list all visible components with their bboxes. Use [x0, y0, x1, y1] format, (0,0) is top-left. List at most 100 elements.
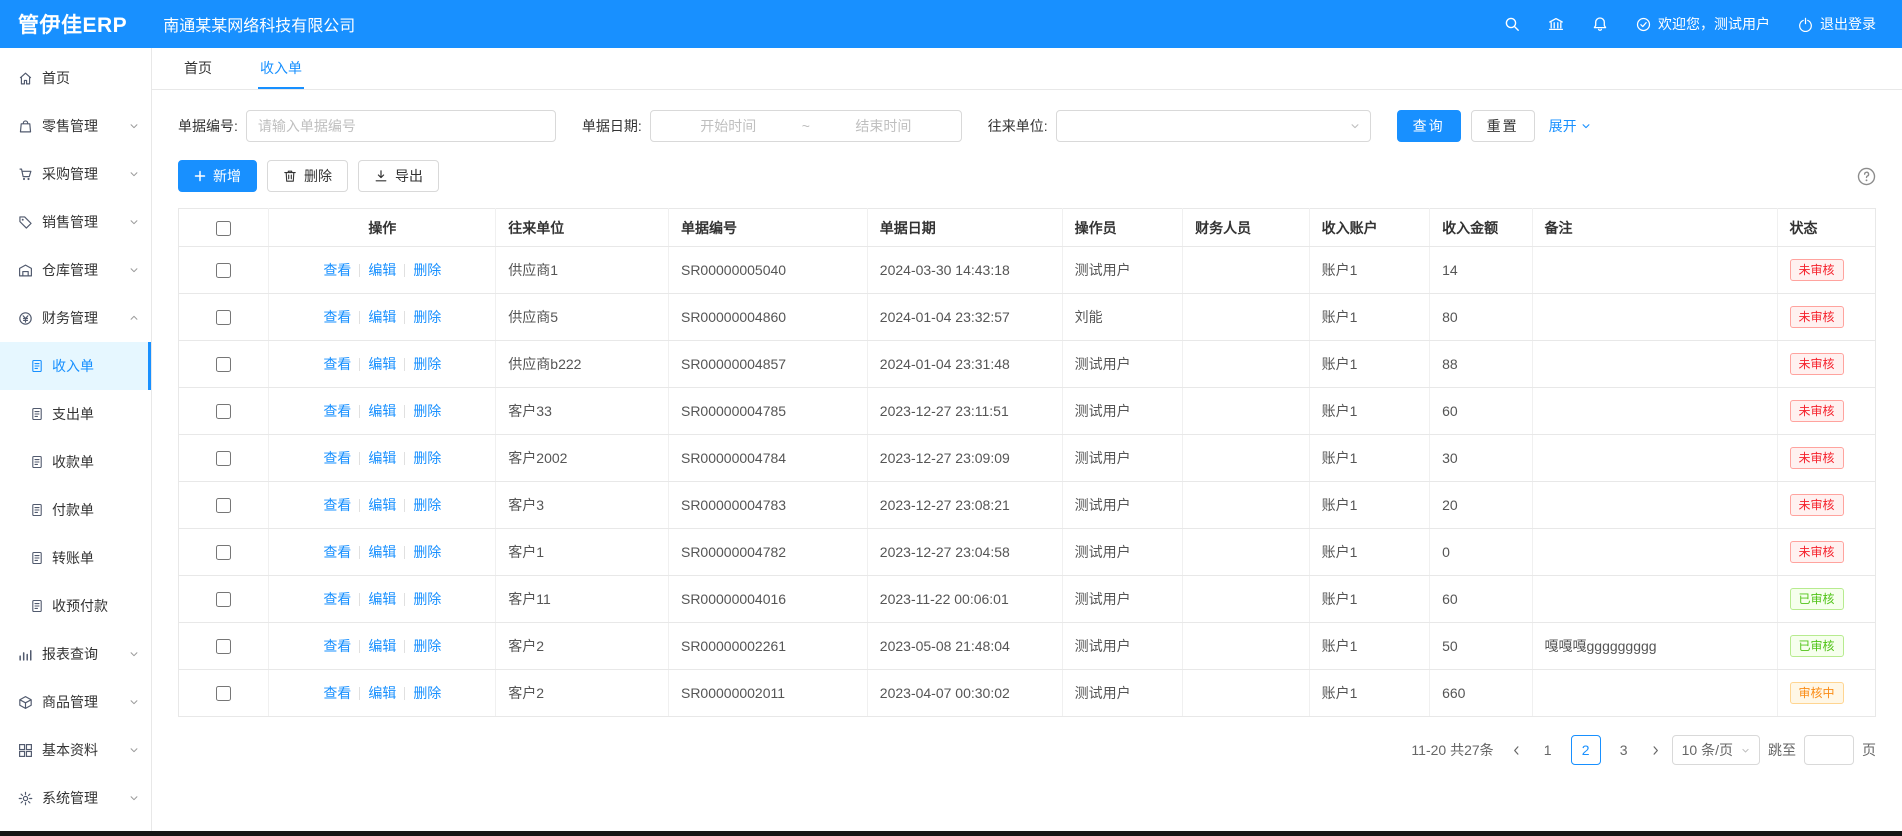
delete-link[interactable]: 删除: [413, 591, 441, 607]
sidebar-item-warehouse[interactable]: 仓库管理: [0, 246, 151, 294]
edit-link[interactable]: 编辑: [368, 544, 396, 560]
delete-link[interactable]: 删除: [413, 309, 441, 325]
edit-link[interactable]: 编辑: [368, 309, 396, 325]
help-icon[interactable]: [1857, 167, 1876, 186]
view-link[interactable]: 查看: [323, 262, 351, 278]
row-checkbox[interactable]: [216, 404, 231, 419]
logout-icon: [1798, 17, 1813, 32]
row-checkbox[interactable]: [216, 498, 231, 513]
view-link[interactable]: 查看: [323, 591, 351, 607]
edit-link[interactable]: 编辑: [368, 262, 396, 278]
edit-link[interactable]: 编辑: [368, 497, 396, 513]
doc-icon: [30, 503, 44, 517]
delete-link[interactable]: 删除: [413, 685, 441, 701]
export-button[interactable]: 导出: [358, 160, 439, 192]
tab-label: 首页: [184, 58, 212, 78]
search-icon[interactable]: [1504, 16, 1520, 32]
tab-home[interactable]: 首页: [182, 48, 214, 89]
prev-page-button[interactable]: [1508, 745, 1525, 756]
edit-link[interactable]: 编辑: [368, 591, 396, 607]
expand-toggle[interactable]: 展开: [1549, 116, 1591, 136]
delete-link[interactable]: 删除: [413, 403, 441, 419]
view-link[interactable]: 查看: [323, 403, 351, 419]
sidebar-item-home[interactable]: 首页: [0, 54, 151, 102]
row-checkbox[interactable]: [216, 639, 231, 654]
sidebar-item-label: 系统管理: [42, 788, 129, 808]
page-button-2[interactable]: 2: [1571, 735, 1601, 765]
row-checkbox[interactable]: [216, 592, 231, 607]
sidebar-item-basedata[interactable]: 基本资料: [0, 726, 151, 774]
view-link[interactable]: 查看: [323, 685, 351, 701]
edit-link[interactable]: 编辑: [368, 685, 396, 701]
amount-cell: 0: [1430, 529, 1532, 576]
sidebar-item-system[interactable]: 系统管理: [0, 774, 151, 822]
warehouse-icon: [18, 263, 33, 278]
partner-select[interactable]: [1056, 110, 1371, 142]
sidebar-item-sales[interactable]: 销售管理: [0, 198, 151, 246]
amount-cell: 60: [1430, 576, 1532, 623]
delete-link[interactable]: 删除: [413, 638, 441, 654]
bank-icon[interactable]: [1548, 16, 1564, 32]
sidebar-subitem-payment[interactable]: 付款单: [0, 486, 151, 534]
row-checkbox[interactable]: [216, 310, 231, 325]
row-checkbox[interactable]: [216, 263, 231, 278]
delete-link[interactable]: 删除: [413, 262, 441, 278]
sidebar-item-label: 采购管理: [42, 164, 129, 184]
partner-cell: 客户2002: [496, 435, 669, 482]
user-welcome[interactable]: 欢迎您，测试用户: [1636, 14, 1770, 34]
delete-button[interactable]: 删除: [267, 160, 348, 192]
delete-link[interactable]: 删除: [413, 450, 441, 466]
sidebar-subitem-expense[interactable]: 支出单: [0, 390, 151, 438]
sidebar-item-goods[interactable]: 商品管理: [0, 678, 151, 726]
sidebar-subitem-advance[interactable]: 收预付款: [0, 582, 151, 630]
date-start-input[interactable]: [661, 118, 796, 134]
view-link[interactable]: 查看: [323, 497, 351, 513]
finance-person-cell: [1183, 435, 1310, 482]
sidebar-item-purchase[interactable]: 采购管理: [0, 150, 151, 198]
row-checkbox[interactable]: [216, 686, 231, 701]
status-badge: 未审核: [1790, 447, 1844, 469]
view-link[interactable]: 查看: [323, 309, 351, 325]
add-button[interactable]: 新增: [178, 160, 257, 192]
sidebar-item-report[interactable]: 报表查询: [0, 630, 151, 678]
edit-link[interactable]: 编辑: [368, 638, 396, 654]
bell-icon[interactable]: [1592, 16, 1608, 32]
view-link[interactable]: 查看: [323, 544, 351, 560]
report-icon: [18, 647, 33, 662]
edit-link[interactable]: 编辑: [368, 450, 396, 466]
app-logo[interactable]: 管伊佳ERP: [0, 9, 127, 39]
page-button-3[interactable]: 3: [1609, 735, 1639, 765]
search-button[interactable]: 查询: [1397, 110, 1461, 142]
delete-link[interactable]: 删除: [413, 544, 441, 560]
page-size-select[interactable]: 10 条/页: [1672, 735, 1760, 765]
jump-page-input[interactable]: [1804, 735, 1854, 765]
edit-link[interactable]: 编辑: [368, 356, 396, 372]
row-checkbox[interactable]: [216, 451, 231, 466]
bill-no-input[interactable]: [246, 110, 556, 142]
sidebar-subitem-receipt[interactable]: 收款单: [0, 438, 151, 486]
status-badge: 未审核: [1790, 306, 1844, 328]
delete-link[interactable]: 删除: [413, 356, 441, 372]
sidebar-subitem-income[interactable]: 收入单: [0, 342, 151, 390]
next-page-button[interactable]: [1647, 745, 1664, 756]
remark-cell: [1532, 670, 1777, 717]
logout-button[interactable]: 退出登录: [1798, 14, 1876, 34]
view-link[interactable]: 查看: [323, 450, 351, 466]
sidebar-item-finance[interactable]: 财务管理: [0, 294, 151, 342]
page-button-1[interactable]: 1: [1533, 735, 1563, 765]
row-checkbox[interactable]: [216, 545, 231, 560]
sidebar-item-retail[interactable]: 零售管理: [0, 102, 151, 150]
edit-link[interactable]: 编辑: [368, 403, 396, 419]
delete-link[interactable]: 删除: [413, 497, 441, 513]
reset-button[interactable]: 重置: [1471, 110, 1535, 142]
select-all-checkbox[interactable]: [216, 221, 231, 236]
row-checkbox[interactable]: [216, 357, 231, 372]
tab-income[interactable]: 收入单: [258, 48, 304, 89]
chevron-down-icon: [129, 169, 139, 179]
sidebar-subitem-transfer[interactable]: 转账单: [0, 534, 151, 582]
remark-cell: [1532, 482, 1777, 529]
date-end-input[interactable]: [816, 118, 951, 134]
date-range-picker[interactable]: ~: [650, 110, 962, 142]
view-link[interactable]: 查看: [323, 356, 351, 372]
view-link[interactable]: 查看: [323, 638, 351, 654]
